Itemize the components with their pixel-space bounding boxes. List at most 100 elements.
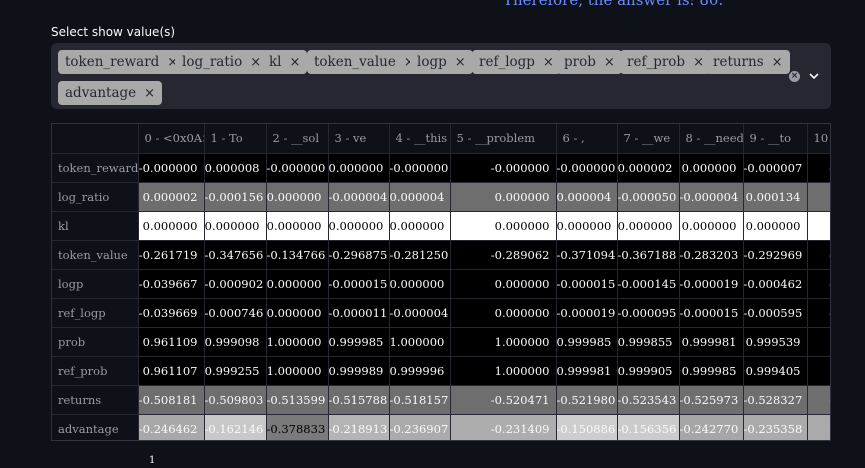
table-cell: -0.000004 [679,182,744,212]
table-cell: -0.521980 [556,385,618,415]
table-cell: 0.000002 [617,153,680,183]
table-cell: -0.000000 [556,153,618,183]
table-cell: 0.999855 [617,327,680,357]
table-cell: -0.289062 [450,240,557,270]
table-cell: 0.000000 [450,269,557,299]
clear-all-icon[interactable]: × [789,71,800,82]
bottom-text-clip: 1 [149,455,156,466]
table-cell: -0.039669 [138,298,205,328]
table-cell: -0.283203 [679,240,744,270]
table-cell: -0.000004 [328,182,390,212]
table-cell: -0.000015 [328,269,390,299]
row-header: prob [52,327,139,357]
table-cell: 0.999985 [679,356,744,386]
column-header[interactable]: 0 - <0x0A> [138,124,205,154]
column-header[interactable]: 6 - , [556,124,618,154]
column-header[interactable]: 2 - __sol [266,124,329,154]
remove-chip-icon[interactable]: × [290,55,301,70]
table-cell: -0.231409 [450,414,557,440]
column-header[interactable]: 8 - __need [679,124,744,154]
table-cell: -0 [807,269,830,299]
table-cell: -0.000015 [556,269,618,299]
table-cell: -0.528327 [743,385,808,415]
values-table[interactable]: 0 - <0x0A>1 - To2 - __sol3 - ve4 - __thi… [51,123,831,441]
table-cell: 0.000134 [743,182,808,212]
table-cell: -0.000011 [328,298,390,328]
table-cell: -0.000019 [556,298,618,328]
table-cell: 0.000000 [328,211,390,241]
row-header: ref_prob [52,356,139,386]
column-header[interactable]: 10 - __de [807,124,830,154]
table-cell: -0.235358 [743,414,808,440]
table-cell: -0.281250 [389,240,451,270]
chip-kl: kl × [262,50,308,74]
column-header[interactable]: 1 - To [204,124,267,154]
table-header-row: 0 - <0x0A>1 - To2 - __sol3 - ve4 - __thi… [52,124,830,154]
table-corner [52,124,139,154]
table-cell: 1.000000 [266,327,329,357]
column-header[interactable]: 3 - ve [328,124,390,154]
table-cell: 0.000000 [266,298,329,328]
select-label: Select show value(s) [51,25,176,39]
column-header[interactable]: 5 - __problem [450,124,557,154]
table-row: ref_logp -0.039669 -0.000746 0.000000 -0.000… [52,298,830,328]
table-cell: -0.162146 [204,414,267,440]
chip-label: kl [269,54,282,70]
table-cell: 0.000000 [679,211,744,241]
remove-chip-icon[interactable]: × [250,55,261,70]
table-cell: 0.000000 [617,211,680,241]
remove-chip-icon[interactable]: × [455,55,466,70]
table-cell: -0.236907 [389,414,451,440]
remove-chip-icon[interactable]: × [543,55,554,70]
table-cell: -0.000095 [617,298,680,328]
chip-label: prob [564,54,596,70]
table-cell: -0 [807,153,830,183]
table-cell: -0.518157 [389,385,451,415]
table-cell: 0.000000 [204,211,267,241]
remove-chip-icon[interactable]: × [144,86,155,101]
row-header: ref_logp [52,298,139,328]
column-header[interactable]: 9 - __to [743,124,808,154]
table-cell: -0.371094 [556,240,618,270]
remove-chip-icon[interactable]: × [604,55,615,70]
table-cell: 0.999405 [743,356,808,386]
chip-log-ratio: log_ratio × [175,50,269,74]
table-row: advantage -0.246462 -0.162146 -0.378833 -0.2… [52,414,830,440]
column-header[interactable]: 7 - __we [617,124,680,154]
table-cell: -0.242770 [679,414,744,440]
table-cell: -0.000595 [743,298,808,328]
row-header: logp [52,269,139,299]
chip-label: ref_logp [479,54,535,70]
table-row: kl 0.000000 0.000000 0.000000 0.000000 0.0000… [52,211,830,241]
table-cell: -0.000015 [679,298,744,328]
table-cell: -0.513599 [266,385,329,415]
table-cell: -0.296875 [328,240,390,270]
table-cell: -0.525973 [679,385,744,415]
table-row: log_ratio 0.000002 -0.000156 0.000000 -0.000… [52,182,830,212]
table-cell: -0 [807,298,830,328]
chevron-down-icon[interactable] [807,70,821,82]
table-cell: 0.999985 [556,327,618,357]
table-cell: -0.000050 [617,182,680,212]
table-cell: -0.509803 [204,385,267,415]
column-header[interactable]: 4 - __this [389,124,451,154]
chip-ref-logp: ref_logp × [472,50,561,74]
table-cell: -0.134766 [266,240,329,270]
chip-label: token_reward [65,54,160,70]
table-cell: -0.000000 [389,153,451,183]
chip-label: token_value [314,54,396,70]
table-cell: 0.999996 [389,356,451,386]
table-cell: 0.000000 [266,269,329,299]
remove-chip-icon[interactable]: × [772,55,783,70]
chip-returns: returns × [706,50,790,74]
table-cell: 0.999989 [328,356,390,386]
remove-chip-icon[interactable]: × [693,55,704,70]
table-cell: -0.000000 [138,153,205,183]
chip-ref-prob: ref_prob × [620,50,711,74]
table-cell: -0.000156 [204,182,267,212]
chip-token-value: token_value× [307,50,422,74]
row-header: token_value [52,240,139,270]
show-values-multiselect[interactable]: token_reward×log_ratio×kl×token_value×lo… [51,43,831,109]
table-cell: -0.520471 [450,385,557,415]
table-cell: 0 [807,327,830,357]
